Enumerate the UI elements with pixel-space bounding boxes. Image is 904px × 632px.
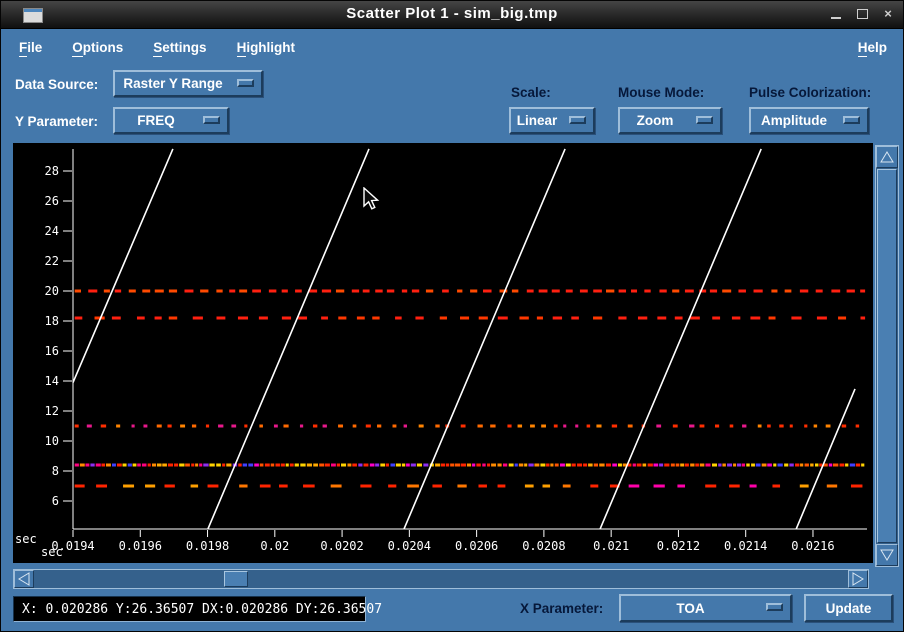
coordinate-status-readout: X: 0.020286 Y:26.36507 DX:0.020286 DY:26… (13, 596, 382, 622)
svg-text:0.0214: 0.0214 (724, 539, 767, 553)
scroll-right-arrow-icon[interactable] (848, 570, 868, 588)
svg-text:0.0196: 0.0196 (119, 539, 162, 553)
svg-text:18: 18 (45, 314, 59, 328)
scatter-plot-canvas[interactable]: 6 8 10 12 14 16 18 20 22 24 26 28 0.0194 0.0196 0.0198… (13, 143, 873, 563)
svg-text:0.0216: 0.0216 (791, 539, 834, 553)
scale-label: Scale: (511, 85, 551, 100)
scale-dropdown[interactable]: Linear (509, 107, 595, 134)
menu-settings[interactable]: Settings (153, 39, 207, 57)
svg-text:0.0208: 0.0208 (522, 539, 565, 553)
close-button[interactable]: × (881, 7, 895, 21)
svg-text:28: 28 (45, 164, 59, 178)
svg-text:sec: sec (15, 532, 37, 546)
x-parameter-value: TOA (676, 600, 705, 616)
svg-text:0.021: 0.021 (593, 539, 629, 553)
svg-text:12: 12 (45, 404, 59, 418)
menu-file[interactable]: File (19, 39, 42, 57)
x-parameter-dropdown[interactable]: TOA (619, 594, 792, 622)
menu-highlight[interactable]: Highlight (236, 39, 295, 57)
pulse-colorization-label: Pulse Colorization: (749, 85, 872, 100)
horizontal-scrollbar-thumb[interactable] (224, 571, 248, 587)
svg-text:0.0202: 0.0202 (320, 539, 363, 553)
svg-text:26: 26 (45, 194, 59, 208)
svg-text:14: 14 (45, 374, 59, 388)
y-parameter-dropdown[interactable]: FREQ (113, 107, 229, 134)
maximize-button[interactable] (855, 7, 869, 21)
svg-text:10: 10 (45, 434, 59, 448)
mouse-mode-value: Zoom (636, 113, 674, 128)
svg-text:0.0212: 0.0212 (657, 539, 700, 553)
svg-text:0.02: 0.02 (260, 539, 289, 553)
scroll-left-arrow-icon[interactable] (14, 570, 34, 588)
x-parameter-label: X Parameter: (520, 601, 604, 616)
mouse-mode-label: Mouse Mode: (618, 85, 705, 100)
svg-text:6: 6 (52, 494, 59, 508)
window-title: Scatter Plot 1 - sim_big.tmp (346, 5, 558, 22)
data-source-value: Raster Y Range (123, 76, 223, 91)
data-source-dropdown[interactable]: Raster Y Range (113, 70, 263, 97)
scroll-up-arrow-icon[interactable] (876, 146, 898, 168)
svg-text:0.0198: 0.0198 (186, 539, 229, 553)
pulse-colorization-dropdown[interactable]: Amplitude (749, 107, 869, 134)
svg-text:24: 24 (45, 224, 59, 238)
vertical-scrollbar-thumb[interactable] (877, 169, 897, 543)
y-parameter-value: FREQ (137, 113, 175, 128)
menu-bar: File Options Settings Highlight Help (3, 31, 901, 63)
scale-value: Linear (516, 113, 558, 128)
menu-help[interactable]: Help (857, 39, 887, 57)
vertical-scrollbar[interactable] (875, 145, 899, 567)
menu-options[interactable]: Options (72, 39, 123, 57)
minimize-button[interactable] (829, 7, 843, 21)
data-source-label: Data Source: (15, 77, 99, 92)
svg-text:0.0204: 0.0204 (388, 539, 431, 553)
horizontal-scrollbar[interactable] (13, 569, 869, 589)
svg-text:8: 8 (52, 464, 59, 478)
update-button[interactable]: Update (804, 594, 893, 622)
mouse-mode-dropdown[interactable]: Zoom (618, 107, 722, 134)
app-window: { "window": { "title": "Scatter Plot 1 -… (0, 0, 904, 632)
svg-text:sec: sec (41, 545, 63, 559)
scatter-plot-svg: 68101214161820222426280.0194 0.0196 0.0198… (15, 148, 867, 559)
title-bar[interactable]: Scatter Plot 1 - sim_big.tmp × (1, 1, 903, 29)
svg-text:20: 20 (45, 284, 59, 298)
y-parameter-label: Y Parameter: (15, 114, 99, 129)
pulse-colorization-value: Amplitude (761, 113, 827, 128)
svg-text:16: 16 (45, 344, 59, 358)
svg-text:22: 22 (45, 254, 59, 268)
scroll-down-arrow-icon[interactable] (876, 544, 898, 566)
svg-text:0.0206: 0.0206 (455, 539, 498, 553)
